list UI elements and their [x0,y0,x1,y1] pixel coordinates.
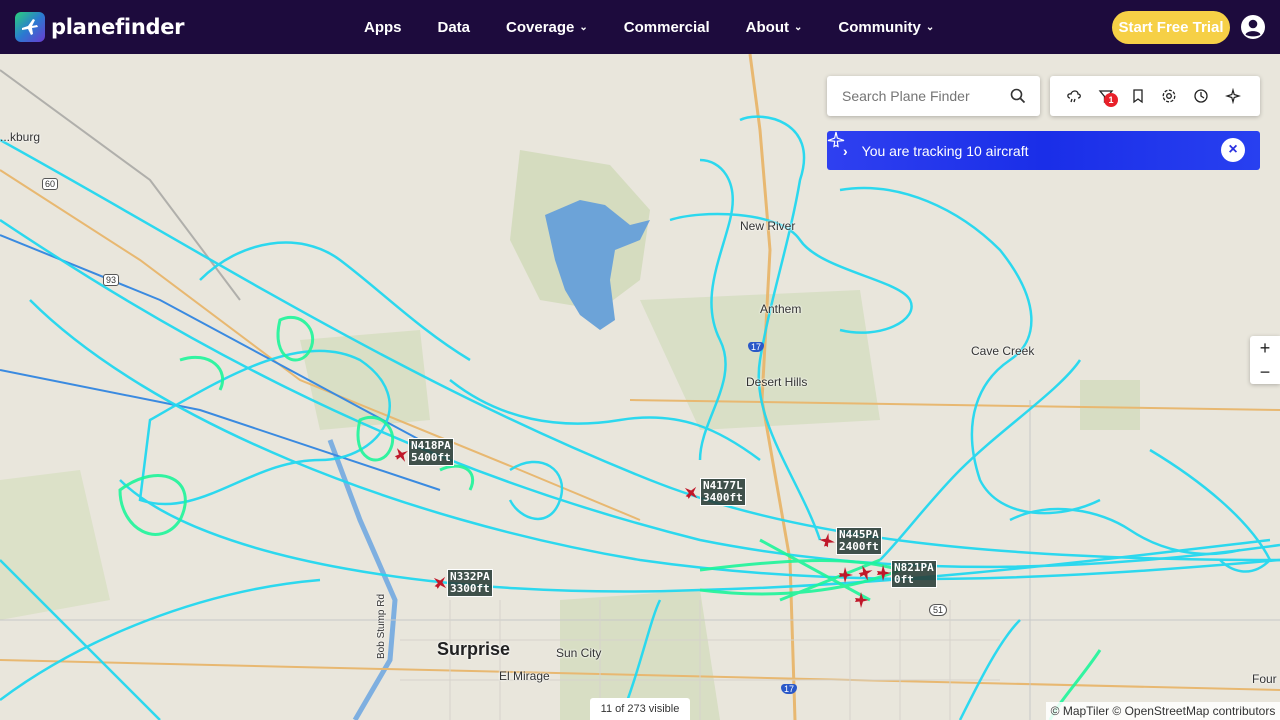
history-icon[interactable] [1193,88,1209,104]
highway-shield: 60 [42,178,59,190]
tracking-text: You are tracking 10 aircraft [861,142,1029,159]
search-icon[interactable] [1010,88,1026,104]
place-label: Four [1252,672,1277,686]
place-label: Sun City [556,646,602,660]
map-attribution[interactable]: © MapTiler © OpenStreetMap contributors [1046,702,1280,720]
nav-coverage[interactable]: Coverage ⌄ [506,19,588,36]
start-free-trial-button[interactable]: Start Free Trial [1112,11,1230,44]
plane-icon [827,131,845,148]
map-toolbar [1050,76,1260,116]
aircraft-label[interactable]: N821PA 0ft [891,560,937,588]
aircraft-icon[interactable] [874,564,892,582]
search-box[interactable] [827,76,1040,116]
place-label: Cave Creek [971,344,1035,358]
aircraft-label[interactable]: N4177L 3400ft [700,478,746,506]
aircraft-icon[interactable] [852,591,870,609]
aircraft-icon[interactable] [818,532,836,550]
planefinder-logo[interactable]: planefinder [15,12,185,42]
chevron-down-icon: ⌄ [793,21,803,33]
tracking-banner[interactable]: › You are tracking 10 aircraft [827,131,1260,170]
nav-about[interactable]: About ⌄ [746,19,803,36]
3d-view-icon[interactable] [1225,88,1241,104]
place-label: El Mirage [499,669,550,683]
aircraft-label[interactable]: N418PA 5400ft [408,438,454,466]
logo-plane-icon [15,12,45,42]
close-tracking-button[interactable]: × [1221,138,1245,162]
highway-shield: 93 [103,274,120,286]
nav-apps[interactable]: Apps [364,19,402,36]
aircraft-icon[interactable] [682,484,700,502]
visible-aircraft-count: 11 of 273 visible [590,698,690,720]
place-label: New River [740,219,796,233]
nav-data[interactable]: Data [438,19,471,36]
logo-text: planefinder [51,15,185,39]
zoom-out-button[interactable]: − [1250,360,1280,384]
nav-commercial[interactable]: Commercial [624,19,710,36]
highway-shield: 51 [929,604,948,616]
aircraft-icon[interactable] [836,566,854,584]
nav-community[interactable]: Community ⌄ [838,19,934,36]
filter-count-badge: 1 [1104,93,1118,107]
place-label: Surprise [437,639,511,659]
main-nav: Apps Data Coverage ⌄ Commercial About ⌄ Co… [364,0,970,54]
zoom-in-button[interactable]: + [1250,336,1280,360]
aircraft-label[interactable]: N445PA 2400ft [836,527,882,555]
top-navbar: planefinder Apps Data Coverage ⌄ Commerci… [0,0,1280,54]
place-label: ...kburg [0,130,41,144]
account-icon[interactable] [1241,15,1265,39]
road-label: Bob Stump Rd [376,593,387,659]
aircraft-label[interactable]: N332PA 3300ft [447,569,493,597]
settings-icon[interactable] [1161,88,1177,104]
zoom-control: + − [1250,336,1280,384]
place-label: Anthem [760,302,802,316]
search-input[interactable] [842,88,1007,104]
bookmark-icon[interactable] [1130,88,1146,104]
chevron-down-icon: ⌄ [579,21,588,33]
aircraft-icon[interactable] [856,564,874,582]
chevron-down-icon: ⌄ [925,21,935,33]
weather-icon[interactable] [1066,88,1082,104]
place-label: Desert Hills [746,375,808,389]
